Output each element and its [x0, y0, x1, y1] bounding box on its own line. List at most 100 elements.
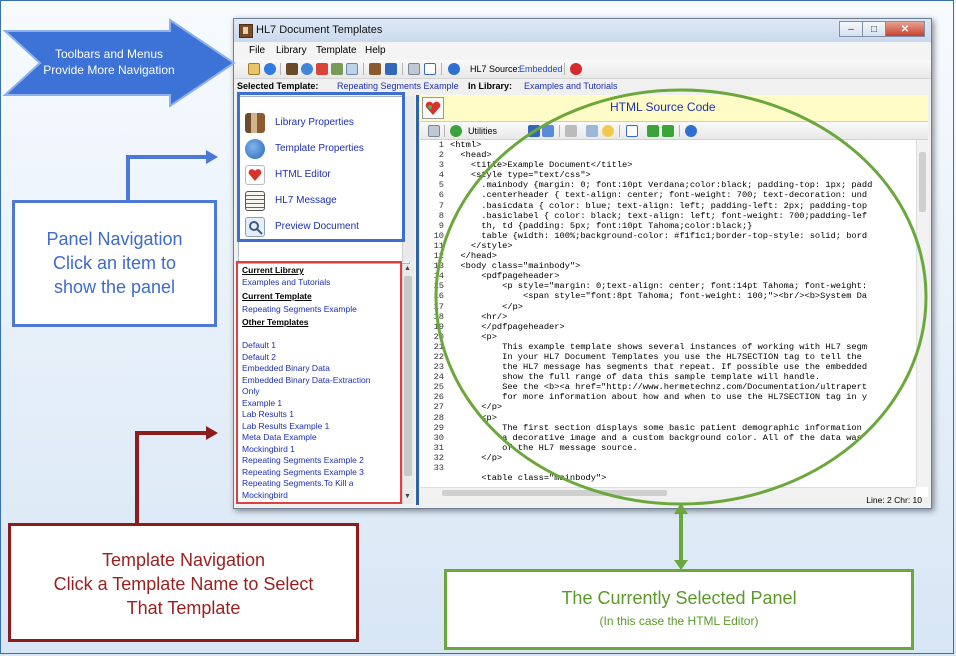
code-line[interactable]: <title>Example Document</title>	[450, 160, 916, 170]
code-line[interactable]: th, td {padding: 5px; font:10pt Tahoma;c…	[450, 221, 916, 231]
help-icon[interactable]	[448, 63, 460, 75]
save-icon[interactable]	[369, 63, 381, 75]
code-line[interactable]: </pdfpageheader>	[450, 322, 916, 332]
code-line[interactable]: <body class="mainbody">	[450, 261, 916, 271]
line-number: 6	[438, 190, 444, 201]
code-line[interactable]	[450, 463, 916, 473]
scroll-thumb[interactable]	[919, 152, 926, 212]
panel-nav-highlight-box	[237, 92, 405, 242]
library-icon[interactable]	[286, 63, 298, 75]
code-line[interactable]: for more information about how and when …	[450, 392, 916, 402]
code-line[interactable]: <hr/>	[450, 312, 916, 322]
code-line[interactable]: </head>	[450, 251, 916, 261]
code-text[interactable]: <html> <head> <title>Example Document</t…	[450, 140, 916, 483]
code-line[interactable]: In your HL7 Document Templates you use t…	[450, 352, 916, 362]
code-line[interactable]: </style>	[450, 241, 916, 251]
code-line[interactable]: <p>	[450, 332, 916, 342]
editor-vertical-scrollbar[interactable]	[916, 140, 929, 487]
selected-template-value[interactable]: Repeating Segments Example	[337, 81, 459, 91]
template-icon[interactable]	[301, 63, 313, 75]
code-line[interactable]: show the full range of data this sample …	[450, 372, 916, 382]
splitter[interactable]	[416, 95, 419, 505]
code-line[interactable]: This example template shows several inst…	[450, 342, 916, 352]
code-line[interactable]: <p style="margin: 0;text-align: center; …	[450, 281, 916, 291]
check-icon[interactable]	[450, 125, 462, 137]
scroll-thumb[interactable]	[442, 490, 667, 496]
replace-icon[interactable]	[586, 125, 598, 137]
code-line[interactable]: </p>	[450, 302, 916, 312]
menu-help[interactable]: Help	[365, 45, 386, 56]
scroll-down-icon[interactable]: ▼	[404, 493, 411, 500]
window-icon[interactable]	[626, 125, 638, 137]
current-panel-callout: The Currently Selected Panel (In this ca…	[444, 569, 914, 650]
undo-icon[interactable]	[542, 125, 554, 137]
line-number: 14	[433, 271, 444, 282]
arrow-down-icon[interactable]	[647, 125, 659, 137]
code-line[interactable]: .centerheader { text-align: center; font…	[450, 190, 916, 200]
template-nav-highlight-box	[236, 261, 402, 504]
line-number: 28	[433, 412, 444, 423]
code-line[interactable]: </p>	[450, 402, 916, 412]
search-icon[interactable]	[408, 63, 420, 75]
stop-icon[interactable]	[570, 63, 582, 75]
menu-template[interactable]: Template	[316, 45, 357, 56]
code-line[interactable]: .basiclabel { color: black; text-align: …	[450, 211, 916, 221]
code-line[interactable]: See the <b><a href="http://www.hermetech…	[450, 382, 916, 392]
scroll-up-icon[interactable]: ▲	[404, 265, 411, 272]
line-number: 30	[433, 432, 444, 443]
hl7-source-value[interactable]: Embedded	[519, 64, 563, 74]
utilities-menu[interactable]: Utilities	[468, 126, 497, 136]
new-library-icon[interactable]	[248, 63, 260, 75]
code-line[interactable]: table {width: 100%;background-color: #f1…	[450, 231, 916, 241]
code-line[interactable]: <span style="font:8pt Tahoma; font-weigh…	[450, 291, 916, 301]
emoji-icon[interactable]	[602, 125, 614, 137]
line-number-gutter: 1 2 3 4 5 6 7 8 9 10 11 12 13 14 15 16 17 18 19 20 21 22 23 24 2…	[420, 140, 446, 487]
code-line[interactable]: <table class="mainbody">	[450, 473, 916, 483]
add-icon[interactable]	[264, 63, 276, 75]
preview-icon[interactable]	[346, 63, 358, 75]
html-icon[interactable]	[316, 63, 328, 75]
line-number: 32	[433, 452, 444, 463]
code-line[interactable]: <style type="text/css">	[450, 170, 916, 180]
line-number: 4	[438, 170, 444, 181]
template-nav-line-3: That Template	[126, 598, 241, 618]
print-icon[interactable]	[565, 125, 577, 137]
code-line[interactable]: The first section displays some basic pa…	[450, 423, 916, 433]
close-button[interactable]: ✕	[885, 21, 925, 37]
code-line[interactable]: <pdfpageheader>	[450, 271, 916, 281]
toolbars-line-2: Provide More Navigation	[43, 63, 175, 77]
message-icon[interactable]	[331, 63, 343, 75]
line-number: 27	[433, 402, 444, 413]
copy-icon[interactable]	[385, 63, 397, 75]
line-number: 31	[433, 442, 444, 453]
code-line[interactable]: </p>	[450, 453, 916, 463]
panel-navigation-callout: Panel Navigation Click an item to show t…	[12, 200, 217, 327]
help-icon[interactable]	[685, 125, 697, 137]
minimize-button[interactable]: –	[839, 21, 863, 37]
code-line[interactable]: <head>	[450, 150, 916, 160]
line-number: 7	[438, 200, 444, 211]
code-editor[interactable]: 1 2 3 4 5 6 7 8 9 10 11 12 13 14 15 16 17 18 19 20 21 22 23 24 2…	[420, 140, 916, 487]
menu-file[interactable]: File	[249, 45, 265, 56]
line-number: 21	[433, 341, 444, 352]
editor-header: HTML Source Code	[420, 95, 928, 122]
code-line[interactable]: the HL7 message has segments that repeat…	[450, 362, 916, 372]
save-icon[interactable]	[528, 125, 540, 137]
window-title: HL7 Document Templates	[256, 24, 383, 36]
line-number: 23	[433, 362, 444, 373]
window-icon[interactable]	[424, 63, 436, 75]
menu-library[interactable]: Library	[276, 45, 307, 56]
find-icon[interactable]	[428, 125, 440, 137]
maximize-button[interactable]: □	[862, 21, 886, 37]
library-value[interactable]: Examples and Tutorials	[524, 81, 618, 91]
code-line[interactable]: .mainbody {margin: 0; font:10pt Verdana;…	[450, 180, 916, 190]
code-line[interactable]: .basicdata { color: blue; text-align: le…	[450, 201, 916, 211]
template-list-scrollbar[interactable]: ▲ ▼	[402, 264, 414, 504]
code-line[interactable]: <html>	[450, 140, 916, 150]
arrow-up-icon[interactable]	[662, 125, 674, 137]
title-bar: HL7 Document Templates – □ ✕	[234, 19, 931, 42]
code-line[interactable]: a decorative image and a custom backgrou…	[450, 433, 916, 443]
code-line[interactable]: of the HL7 message source.	[450, 443, 916, 453]
scroll-thumb[interactable]	[404, 276, 412, 476]
code-line[interactable]: <p>	[450, 413, 916, 423]
